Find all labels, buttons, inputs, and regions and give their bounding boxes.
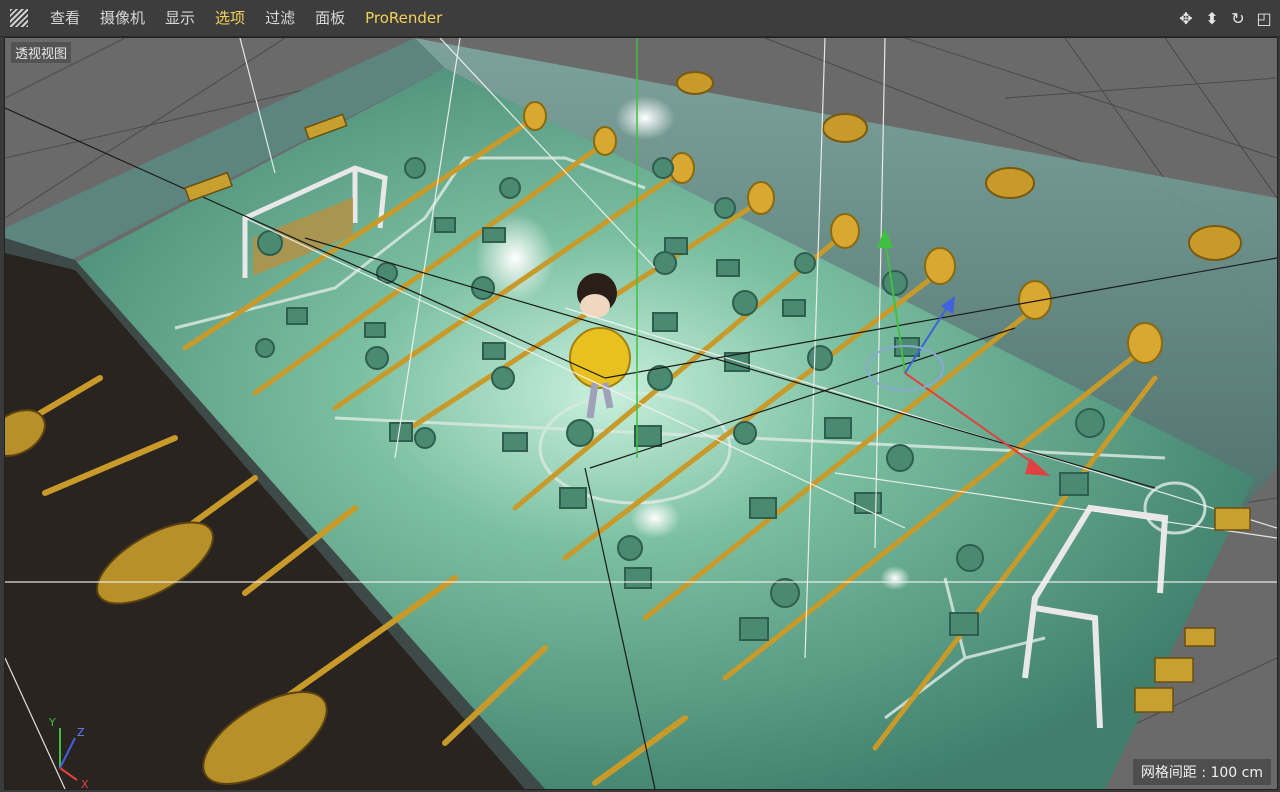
menu-camera[interactable]: 摄像机 [90,0,155,36]
menu-prorender[interactable]: ProRender [355,0,452,36]
menu-options[interactable]: 选项 [205,0,255,36]
rotate-icon[interactable]: ↻ [1228,8,1248,28]
axis-z-label: Z [77,726,85,739]
axis-y-label: Y [48,716,56,729]
perspective-viewport[interactable]: Y Z X 透视视图 网格间距 : 100 cm [4,37,1278,790]
viewport-nav-tools: ✥ ⬍ ↻ ◰ [1176,8,1274,28]
cinema4d-window: 查看 摄像机 显示 选项 过滤 面板 ProRender ✥ ⬍ ↻ ◰ Y Z… [0,0,1280,792]
pan-icon[interactable]: ⬍ [1202,8,1222,28]
maximize-icon[interactable]: ◰ [1254,8,1274,28]
grip-icon[interactable] [10,9,28,27]
viewport-menubar: 查看 摄像机 显示 选项 过滤 面板 ProRender ✥ ⬍ ↻ ◰ [0,0,1280,37]
menu-panel[interactable]: 面板 [305,0,355,36]
viewport-label: 透视视图 [11,42,72,63]
menu-display[interactable]: 显示 [155,0,205,36]
axis-x-label: X [81,778,89,789]
menu-view[interactable]: 查看 [40,0,90,36]
move-icon[interactable]: ✥ [1176,8,1196,28]
grid-spacing-label: 网格间距 : 100 cm [1132,759,1271,785]
menu-filter[interactable]: 过滤 [255,0,305,36]
scene-render: Y Z X [5,38,1277,789]
